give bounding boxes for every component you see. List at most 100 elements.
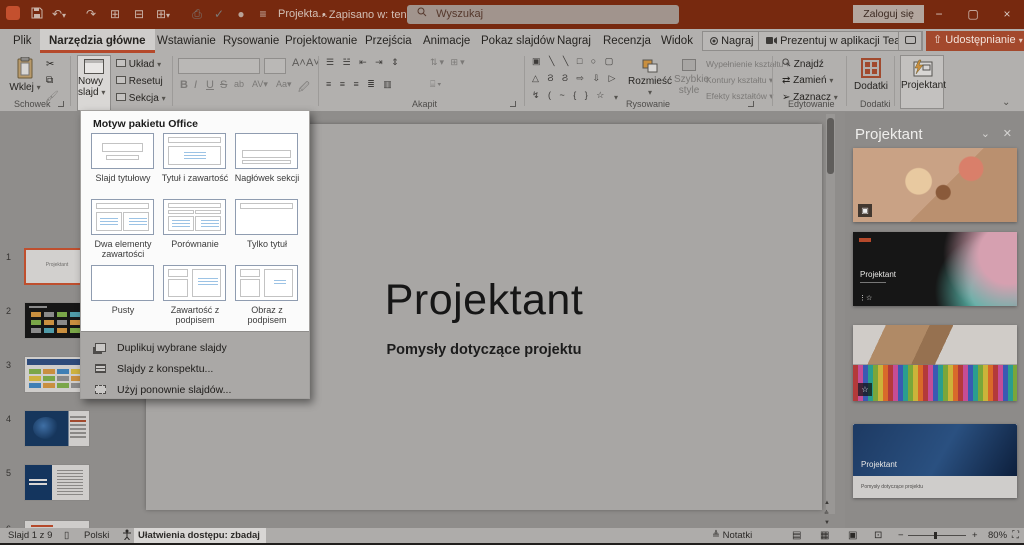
- ribbon: Wklej ▾ ✂ ⧉ 🖌 Schowek Nowy slajd ▾ Układ…: [0, 53, 1024, 112]
- menu-item-slides-from-outline[interactable]: Slajdy z konspektu...: [81, 359, 309, 379]
- addins-button[interactable]: Dodatki: [854, 58, 888, 92]
- slideshow-view-icon[interactable]: ⊡: [874, 528, 882, 543]
- tab-przejscia[interactable]: Przejścia: [356, 29, 421, 53]
- layout-option-comparison[interactable]: [163, 199, 226, 235]
- next-slide-icon[interactable]: ▼: [824, 520, 830, 526]
- record-button[interactable]: Nagraj: [702, 31, 762, 51]
- find-button[interactable]: Znajdź: [782, 58, 824, 70]
- layout-option-two-content[interactable]: [91, 199, 154, 235]
- panel-options-chevron-icon[interactable]: ⌄: [981, 127, 990, 140]
- tab-nagraj[interactable]: Nagraj: [548, 29, 600, 53]
- design-suggestion-4[interactable]: Projektant Pomysły dotyczące projektu: [853, 424, 1017, 498]
- list-buttons-row[interactable]: ☰ ☱ ⇤ ⇥ ⇕: [326, 57, 402, 68]
- strikethrough-icon: S: [220, 79, 228, 91]
- zoom-level[interactable]: 80%: [988, 528, 1007, 543]
- slide-show-icon[interactable]: ⊞▾: [154, 7, 172, 21]
- design-subtitle-text: Pomysły dotyczące projektu: [861, 484, 923, 490]
- layout-label: Dwa elementy zawartości: [94, 239, 152, 259]
- section-button[interactable]: Sekcja ▾: [116, 93, 166, 104]
- status-bar: Slajd 1 z 9 ▯ Polski Ułatwienia dostępu:…: [0, 528, 1024, 543]
- font-size-input[interactable]: [264, 58, 286, 74]
- layout-option-title-slide[interactable]: [91, 133, 154, 169]
- start-from-beginning-icon[interactable]: ⊞: [106, 7, 124, 21]
- splitter-icon[interactable]: ≜: [824, 510, 829, 517]
- menu-item-duplicate-slides[interactable]: Duplikuj wybrane slajdy: [81, 338, 309, 358]
- tab-recenzja[interactable]: Recenzja: [594, 29, 660, 53]
- zoom-in-icon[interactable]: +: [972, 528, 978, 543]
- reset-button[interactable]: Resetuj: [116, 76, 163, 87]
- minimize-button[interactable]: −: [922, 0, 956, 29]
- close-button[interactable]: ×: [990, 0, 1024, 29]
- notes-toggle[interactable]: ≜ Notatki: [712, 528, 752, 543]
- comments-button[interactable]: [898, 31, 922, 51]
- layout-option-section-header[interactable]: [235, 133, 298, 169]
- language-indicator[interactable]: Polski: [84, 528, 109, 543]
- shapes-gallery-row-1[interactable]: ▣ ╲ ╲ □ ○ ▢: [532, 56, 616, 67]
- slide-counter: Slajd 1 z 9: [8, 530, 53, 541]
- layout-button[interactable]: Układ ▾: [116, 59, 161, 70]
- shapes-gallery-row-3[interactable]: ↯ ( ~ { } ☆: [532, 90, 607, 101]
- undo-icon[interactable]: ↶▾: [50, 7, 68, 21]
- panel-close-icon[interactable]: ✕: [1003, 127, 1012, 140]
- save-icon[interactable]: [28, 7, 46, 22]
- previous-slide-icon[interactable]: ▲: [824, 500, 830, 506]
- new-slide-icon: [84, 59, 104, 74]
- layout-option-picture-caption[interactable]: [235, 265, 298, 301]
- font-name-input[interactable]: [178, 58, 260, 74]
- collapse-ribbon-icon[interactable]: ⌄: [1002, 97, 1010, 108]
- ribbon-separator: [524, 56, 525, 106]
- slide-sorter-view-icon[interactable]: ▦: [820, 528, 829, 543]
- sign-in-button[interactable]: Zaloguj się: [853, 5, 924, 23]
- new-slide-button[interactable]: Nowy slajd ▾: [77, 55, 111, 111]
- customize-qat-icon[interactable]: ≡: [254, 7, 272, 21]
- paste-button[interactable]: Wklej ▾: [8, 56, 42, 93]
- layout-option-blank[interactable]: [91, 265, 154, 301]
- clipboard-dialog-launcher[interactable]: [58, 101, 64, 107]
- menu-item-reuse-slides[interactable]: Użyj ponownie slajdów...: [81, 380, 309, 400]
- copy-icon[interactable]: ⧉: [46, 75, 53, 86]
- fit-to-window-icon[interactable]: ⛶: [1012, 528, 1019, 543]
- design-suggestion-3[interactable]: ☆: [853, 325, 1017, 401]
- slide-thumbnail-5[interactable]: [24, 464, 90, 501]
- share-button[interactable]: ⇧ Udostępnianie ▾: [926, 31, 1024, 51]
- editing-group-label: Edytowanie: [788, 99, 835, 109]
- cut-icon[interactable]: ✂: [46, 59, 54, 70]
- layout-option-title-content[interactable]: [163, 133, 226, 169]
- designer-button[interactable]: Projektant: [900, 55, 946, 109]
- zoom-out-icon[interactable]: −: [898, 528, 904, 543]
- maximize-button[interactable]: ▢: [956, 0, 990, 29]
- slide-thumbnail-4[interactable]: [24, 410, 90, 447]
- reading-view-icon[interactable]: ▣: [848, 528, 857, 543]
- tab-projektowanie[interactable]: Projektowanie: [276, 29, 366, 53]
- tab-plik[interactable]: Plik: [4, 29, 41, 53]
- alignment-buttons-row[interactable]: ≡ ≡ ≡ ≣ ▥: [326, 79, 395, 90]
- tab-narzedzia-glowne[interactable]: Narzędzia główne: [40, 29, 155, 53]
- display-settings-icon[interactable]: ▯: [64, 528, 69, 543]
- redo-icon[interactable]: ↷: [82, 7, 100, 21]
- layout-option-title-only[interactable]: [235, 199, 298, 235]
- grid-view-icon[interactable]: ⊟: [130, 7, 148, 21]
- normal-view-icon[interactable]: ▤: [792, 528, 801, 543]
- tab-animacje[interactable]: Animacje: [414, 29, 479, 53]
- layout-option-content-caption[interactable]: [163, 265, 226, 301]
- paragraph-dialog-launcher[interactable]: [510, 101, 516, 107]
- zoom-slider-knob[interactable]: [934, 532, 937, 539]
- scrollbar-thumb[interactable]: [827, 118, 834, 174]
- grow-font-icon[interactable]: A˄: [292, 57, 306, 69]
- layout-label: Porównanie: [171, 239, 219, 249]
- accessibility-status[interactable]: Ułatwienia dostępu: zbadaj: [134, 528, 266, 543]
- comment-icon: [904, 36, 916, 44]
- search-input[interactable]: Wyszukaj: [407, 5, 679, 24]
- ribbon-separator: [846, 56, 847, 106]
- design-suggestion-2[interactable]: Projektant ⋮☆: [853, 232, 1017, 306]
- layout-label: Nagłówek sekcji: [234, 173, 300, 183]
- tab-widok[interactable]: Widok: [652, 29, 702, 53]
- design-suggestion-1[interactable]: ▣: [853, 148, 1017, 222]
- replace-button[interactable]: ⇄ Zamień ▾: [782, 75, 833, 86]
- smartart-convert-row: ⌸▾: [430, 79, 444, 89]
- thumb-art: [70, 416, 86, 418]
- shapes-gallery-more-icon[interactable]: ▾: [614, 93, 618, 102]
- vertical-scrollbar[interactable]: [826, 114, 835, 514]
- arrange-button[interactable]: Rozmieść ▾: [628, 59, 672, 98]
- shapes-gallery-row-2[interactable]: △ Ϩ Ϩ ⇨ ⇩ ▷: [532, 73, 618, 84]
